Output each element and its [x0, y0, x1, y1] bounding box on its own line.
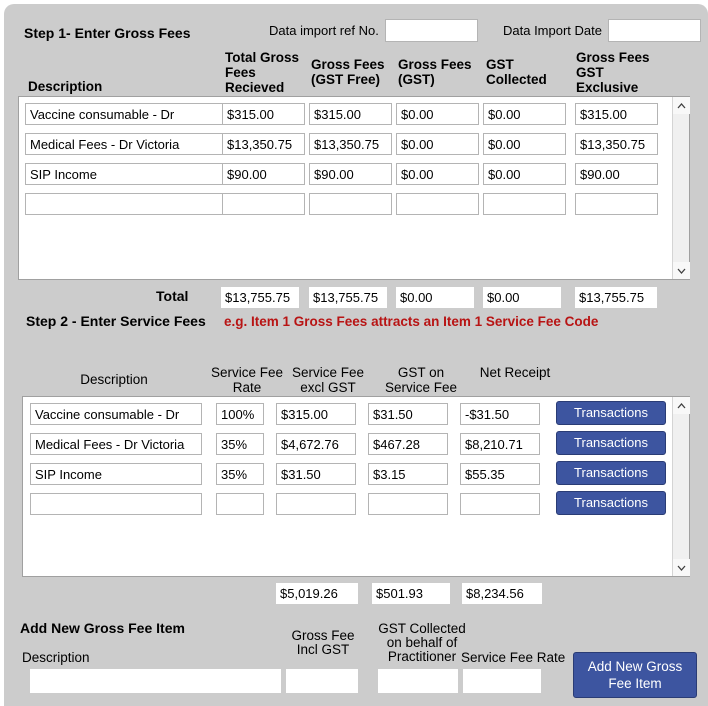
- add-service-fee-rate-label: Service Fee Rate: [461, 650, 566, 665]
- row3-gross-gst[interactable]: [396, 193, 479, 215]
- srow0-net-receipt[interactable]: [460, 403, 540, 425]
- col-header-description: Description: [28, 79, 103, 94]
- total-gross-gst: [396, 287, 474, 308]
- total-total-gross: [221, 287, 299, 308]
- srow2-fee-rate[interactable]: [216, 463, 264, 485]
- col2-header-net-receipt: Net Receipt: [479, 365, 551, 380]
- chevron-up-icon: [677, 102, 686, 108]
- srow0-description[interactable]: [30, 403, 202, 425]
- stotal-fee-excl-gst: [276, 583, 358, 604]
- chevron-up-icon: [677, 402, 686, 408]
- row1-gst-collected[interactable]: [483, 133, 566, 155]
- srow3-fee-excl-gst[interactable]: [276, 493, 356, 515]
- col2-header-fee-rate: Service Fee Rate: [210, 365, 284, 395]
- row0-gst-exclusive[interactable]: [575, 103, 658, 125]
- row2-gross-gst[interactable]: [396, 163, 479, 185]
- service-fees-scrollbar[interactable]: [672, 397, 690, 576]
- col2-header-gst-on-fee: GST on Service Fee: [384, 365, 458, 395]
- row1-gst-free[interactable]: [309, 133, 392, 155]
- srow2-gst-on-fee[interactable]: [368, 463, 448, 485]
- row2-gst-free[interactable]: [309, 163, 392, 185]
- add-gst-collected-label: GST Collected on behalf of Practitioner: [378, 621, 466, 664]
- row2-total-gross[interactable]: [222, 163, 305, 185]
- stotal-gst-on-fee: [372, 583, 450, 604]
- srow2-description[interactable]: [30, 463, 202, 485]
- add-new-title: Add New Gross Fee Item: [20, 620, 185, 636]
- transactions-button[interactable]: Transactions: [556, 461, 666, 485]
- step1-title: Step 1- Enter Gross Fees: [24, 25, 191, 41]
- step1-total-label: Total: [156, 288, 189, 304]
- total-gst-free: [309, 287, 387, 308]
- srow0-gst-on-fee[interactable]: [368, 403, 448, 425]
- col-header-gross-gst: Gross Fees (GST): [398, 57, 472, 87]
- scroll-up-button[interactable]: [673, 397, 690, 414]
- row1-gross-gst[interactable]: [396, 133, 479, 155]
- add-gross-fee-input[interactable]: [286, 669, 358, 693]
- transactions-button[interactable]: Transactions: [556, 431, 666, 455]
- col-header-gst-collected: GST Collected: [486, 57, 547, 87]
- row1-gst-exclusive[interactable]: [575, 133, 658, 155]
- gross-fees-scrollbar[interactable]: [672, 97, 690, 279]
- srow1-net-receipt[interactable]: [460, 433, 540, 455]
- transactions-button[interactable]: Transactions: [556, 491, 666, 515]
- add-gst-collected-input[interactable]: [378, 669, 458, 693]
- row3-gst-collected[interactable]: [483, 193, 566, 215]
- gross-fees-list: [18, 96, 690, 280]
- row2-gst-exclusive[interactable]: [575, 163, 658, 185]
- scroll-up-button[interactable]: [673, 97, 690, 114]
- chevron-down-icon: [677, 268, 686, 274]
- total-gst-collected: [483, 287, 561, 308]
- import-date-input[interactable]: [608, 19, 701, 42]
- col-header-total-gross: Total Gross Fees Recieved: [225, 50, 300, 95]
- row3-description[interactable]: [25, 193, 223, 215]
- import-ref-label: Data import ref No.: [269, 23, 379, 38]
- row3-total-gross[interactable]: [222, 193, 305, 215]
- row0-gross-gst[interactable]: [396, 103, 479, 125]
- row1-total-gross[interactable]: [222, 133, 305, 155]
- add-service-fee-rate-input[interactable]: [463, 669, 541, 693]
- row0-gst-free[interactable]: [309, 103, 392, 125]
- srow0-fee-rate[interactable]: [216, 403, 264, 425]
- add-description-input[interactable]: [30, 669, 281, 693]
- service-fees-list: Transactions Transactions Transactions: [22, 396, 690, 577]
- scroll-down-button[interactable]: [673, 559, 690, 576]
- step2-title: Step 2 - Enter Service Fees: [26, 313, 206, 329]
- row0-gst-collected[interactable]: [483, 103, 566, 125]
- srow2-net-receipt[interactable]: [460, 463, 540, 485]
- srow1-fee-rate[interactable]: [216, 433, 264, 455]
- import-ref-input[interactable]: [385, 19, 478, 42]
- chevron-down-icon: [677, 565, 686, 571]
- row2-description[interactable]: [25, 163, 223, 185]
- srow3-fee-rate[interactable]: [216, 493, 264, 515]
- transactions-button[interactable]: Transactions: [556, 401, 666, 425]
- scroll-down-button[interactable]: [673, 262, 690, 279]
- srow1-fee-excl-gst[interactable]: [276, 433, 356, 455]
- step2-hint: e.g. Item 1 Gross Fees attracts an Item …: [224, 314, 599, 329]
- col-header-gst-exclusive: Gross Fees GST Exclusive: [576, 50, 650, 95]
- srow2-fee-excl-gst[interactable]: [276, 463, 356, 485]
- srow3-description[interactable]: [30, 493, 202, 515]
- srow3-gst-on-fee[interactable]: [368, 493, 448, 515]
- srow3-net-receipt[interactable]: [460, 493, 540, 515]
- add-gross-fee-label: Gross Fee Incl GST: [291, 628, 355, 657]
- row2-gst-collected[interactable]: [483, 163, 566, 185]
- srow1-description[interactable]: [30, 433, 202, 455]
- row0-description[interactable]: [25, 103, 223, 125]
- srow0-fee-excl-gst[interactable]: [276, 403, 356, 425]
- row3-gst-free[interactable]: [309, 193, 392, 215]
- row0-total-gross[interactable]: [222, 103, 305, 125]
- col-header-gst-free: Gross Fees (GST Free): [311, 57, 385, 87]
- total-gst-exclusive: [575, 287, 657, 308]
- gross-fees-panel: Step 1- Enter Gross Fees Data import ref…: [4, 4, 708, 706]
- add-new-gross-fee-item-button[interactable]: Add New Gross Fee Item: [573, 652, 697, 698]
- row1-description[interactable]: [25, 133, 223, 155]
- import-date-label: Data Import Date: [503, 23, 602, 38]
- col2-header-description: Description: [80, 372, 148, 387]
- stotal-net-receipt: [462, 583, 542, 604]
- col2-header-fee-excl-gst: Service Fee excl GST: [291, 365, 365, 395]
- srow1-gst-on-fee[interactable]: [368, 433, 448, 455]
- row3-gst-exclusive[interactable]: [575, 193, 658, 215]
- add-description-label: Description: [22, 650, 90, 665]
